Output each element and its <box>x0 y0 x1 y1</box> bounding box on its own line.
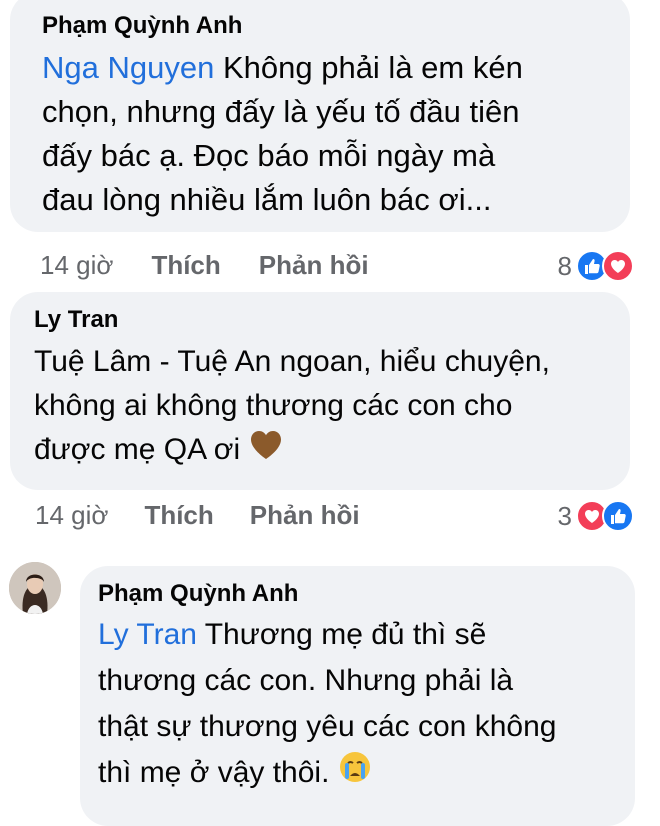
comment-bubble-2: Ly Tran Tuệ Lâm - Tuệ An ngoan, hiểu chu… <box>10 292 630 490</box>
comment-line: được mẹ QA ơi <box>34 433 241 466</box>
comment-time[interactable]: 14 giờ <box>35 500 108 531</box>
like-button[interactable]: Thích <box>151 250 220 281</box>
reaction-summary[interactable]: 8 <box>558 250 634 282</box>
comment-line: Thương mẹ đủ thì sẽ <box>196 618 487 651</box>
comment-time[interactable]: 14 giờ <box>40 250 113 281</box>
comment-line: Không phải là em kén <box>214 50 523 85</box>
avatar-photo-icon <box>9 562 61 614</box>
comment-line: thật sự thương yêu các con không <box>98 710 557 743</box>
like-button[interactable]: Thích <box>144 500 213 531</box>
comment-line: không ai không thương các con cho <box>34 389 513 422</box>
comment-text: Tuệ Lâm - Tuệ An ngoan, hiểu chuyện, khôn… <box>34 340 608 474</box>
comment-line: thương các con. Nhưng phải là <box>98 664 514 697</box>
reaction-count: 8 <box>557 250 572 281</box>
brown-heart-icon <box>249 429 283 474</box>
reaction-summary[interactable]: 3 <box>558 500 634 532</box>
mention-link[interactable]: Ly Tran <box>98 618 197 651</box>
comment-line: Tuệ Lâm - Tuệ An ngoan, hiểu chuyện, <box>34 345 550 378</box>
comment-author[interactable]: Phạm Quỳnh Anh <box>42 12 602 40</box>
reaction-count: 3 <box>557 500 572 531</box>
comment-line: chọn, nhưng đấy là yếu tố đầu tiên <box>42 94 520 129</box>
love-icon <box>602 250 634 282</box>
comment-text: Nga Nguyen Không phải là em kén chọn, như… <box>42 46 602 222</box>
comment-author[interactable]: Ly Tran <box>34 306 608 334</box>
reply-button[interactable]: Phản hồi <box>250 500 360 531</box>
comment-actions: 14 giờ Thích Phản hồi <box>35 500 360 531</box>
comment-line: thì mẹ ở vậy thôi. <box>98 756 338 789</box>
reply-button[interactable]: Phản hồi <box>259 250 369 281</box>
avatar[interactable] <box>9 562 61 614</box>
like-icon <box>602 500 634 532</box>
comment-line: đau lòng nhiều lắm luôn bác ơi... <box>42 182 492 217</box>
comment-text: Ly Tran Thương mẹ đủ thì sẽ thương các co… <box>98 612 617 798</box>
comment-bubble-1: Phạm Quỳnh Anh Nga Nguyen Không phải là … <box>10 0 630 232</box>
comment-actions: 14 giờ Thích Phản hồi <box>40 250 369 281</box>
mention-link[interactable]: Nga Nguyen <box>42 50 214 85</box>
reply-bubble: Phạm Quỳnh Anh Ly Tran Thương mẹ đủ thì … <box>80 566 635 826</box>
comment-line: đấy bác ạ. Đọc báo mỗi ngày mà <box>42 138 496 173</box>
crying-face-icon <box>338 750 372 798</box>
comment-author[interactable]: Phạm Quỳnh Anh <box>98 580 617 608</box>
